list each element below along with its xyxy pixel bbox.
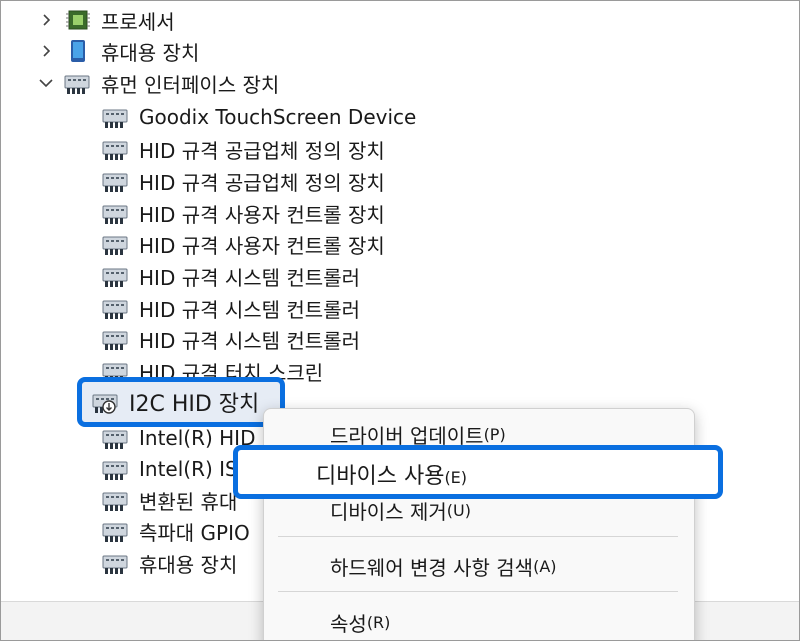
tree-category-label: 휴먼 인터페이스 장치 [101,72,280,97]
tree-item-hid-vendor-defined[interactable]: HID 규격 공급업체 정의 장치 [101,166,385,196]
tree-item-goodix-touchscreen[interactable]: Goodix TouchScreen Device [101,102,416,132]
tree-item-label: 변환된 휴대 [139,489,238,514]
tree-item-converted-portable[interactable]: 변환된 휴대 [101,485,237,515]
tree-category-label: 휴대용 장치 [101,40,200,65]
menu-item-enable-device-label: 디바이스 사용(E) [316,464,468,489]
tree-item-label: HID 규격 공급업체 정의 장치 [139,138,385,163]
tree-item-label: HID 규격 공급업체 정의 장치 [139,170,385,195]
tree-item-label: HID 규격 시스템 컨트롤러 [139,297,361,322]
tree-item-hid-vendor-defined[interactable]: HID 규격 공급업체 정의 장치 [101,134,385,164]
tree-item-label: 휴대용 장치 [139,552,238,577]
tree-item-i2c-hid-device[interactable]: I2C HID 장치 [91,387,259,417]
hid-device-icon [101,137,129,161]
hid-device-icon [101,264,129,288]
hid-device-icon [101,232,129,256]
menu-separator [278,591,678,592]
chevron-right-icon[interactable] [37,11,55,29]
tree-item-label: HID 규격 시스템 컨트롤러 [139,265,361,290]
tree-category-processor[interactable]: 프로세서 [37,5,175,35]
tree-item-label: HID 규격 사용자 컨트롤 장치 [139,202,385,227]
tree-item-sideband-gpio[interactable]: 측파대 GPIO [101,516,250,546]
tree-item-portable-device[interactable]: 휴대용 장치 [101,548,237,578]
menu-item-enable-device[interactable]: 디바이스 사용(E) [233,445,723,499]
hid-device-icon [101,201,129,225]
tree-item-hid-consumer-control[interactable]: HID 규격 사용자 컨트롤 장치 [101,198,385,228]
hid-icon [63,71,91,95]
hid-device-disabled-icon [91,390,119,414]
tree-item-hid-consumer-control[interactable]: HID 규격 사용자 컨트롤 장치 [101,229,385,259]
chevron-right-icon[interactable] [37,42,55,60]
menu-separator [278,536,678,537]
tree-category-hid[interactable]: 휴먼 인터페이스 장치 [37,68,279,98]
tree-item-hid-system-controller[interactable]: HID 규격 시스템 컨트롤러 [101,293,360,323]
device-manager-window: 프로세서 휴대용 장치 휴먼 인터페이스 장치 Goodix TouchScre… [0,0,800,641]
hid-device-icon [101,327,129,351]
processor-icon [63,8,91,32]
hid-device-icon [101,169,129,193]
hid-device-icon [101,519,129,543]
tree-category-label: 프로세서 [101,9,175,34]
tree-item-hid-system-controller[interactable]: HID 규격 시스템 컨트롤러 [101,324,360,354]
tree-item-intel-iss[interactable]: Intel(R) ISS [101,454,250,484]
tree-item-hid-system-controller[interactable]: HID 규격 시스템 컨트롤러 [101,261,360,291]
tree-item-label: Goodix TouchScreen Device [139,105,417,129]
menu-item-properties[interactable]: 속성 (R) [330,605,390,639]
menu-item-scan-hardware-changes[interactable]: 하드웨어 변경 사항 검색 (A) [330,549,557,583]
portable-device-icon [63,39,91,63]
hid-device-icon [101,551,129,575]
context-menu: 드라이버 업데이트 (P) 디바이스 제거 (U) 하드웨어 변경 사항 검색 (A)… [263,408,695,640]
tree-item-label: HID 규격 사용자 컨트롤 장치 [139,233,385,258]
hid-device-icon [101,296,129,320]
hid-device-icon [101,457,129,481]
tree-category-portable-devices[interactable]: 휴대용 장치 [37,36,199,66]
hid-device-icon [101,488,129,512]
tree-item-label: I2C HID 장치 [129,392,260,417]
tree-item-label: 측파대 GPIO [139,520,250,545]
tree-item-label: HID 규격 시스템 컨트롤러 [139,328,361,353]
hid-device-icon [101,105,129,129]
hid-device-icon [101,426,129,450]
chevron-down-icon[interactable] [37,74,55,92]
